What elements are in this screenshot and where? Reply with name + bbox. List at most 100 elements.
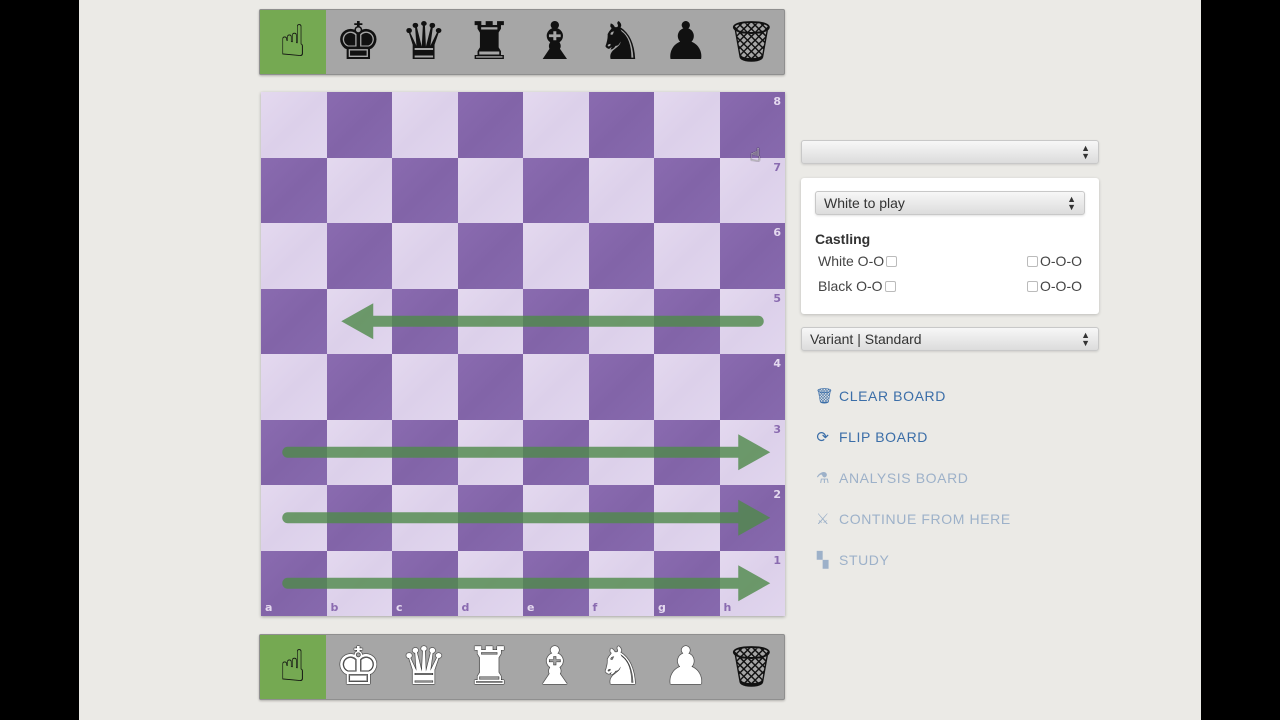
square-c2[interactable]	[392, 485, 458, 551]
white-long-castle-label: O-O-O	[1040, 253, 1082, 269]
square-h1[interactable]: 1h	[719, 550, 785, 616]
palette-king-button[interactable]: ♚	[326, 635, 392, 699]
square-f1[interactable]: f	[588, 550, 654, 616]
square-d1[interactable]: d	[457, 550, 523, 616]
palette-pawn-button[interactable]: ♟	[653, 635, 719, 699]
square-d3[interactable]	[457, 419, 523, 485]
square-c5[interactable]	[392, 288, 458, 354]
square-a8[interactable]	[261, 92, 327, 158]
continue-from-here-link[interactable]: ⚔ CONTINUE FROM HERE	[815, 498, 1115, 539]
square-b7[interactable]	[326, 157, 392, 223]
square-f5[interactable]	[588, 288, 654, 354]
square-b4[interactable]	[326, 354, 392, 420]
black-long-castle-checkbox[interactable]	[1027, 280, 1038, 292]
square-g7[interactable]	[654, 157, 720, 223]
square-d4[interactable]	[457, 354, 523, 420]
palette-pointer-button[interactable]: ☝	[260, 10, 326, 74]
white-long-castle-checkbox[interactable]	[1027, 255, 1038, 267]
square-h2[interactable]: 2	[719, 485, 785, 551]
square-c3[interactable]	[392, 419, 458, 485]
rank-label: 6	[773, 226, 781, 239]
square-a1[interactable]: a	[261, 550, 327, 616]
square-d2[interactable]	[457, 485, 523, 551]
square-c8[interactable]	[392, 92, 458, 158]
square-e6[interactable]	[523, 223, 589, 289]
palette-knight-button[interactable]: ♞	[588, 10, 654, 74]
square-g1[interactable]: g	[654, 550, 720, 616]
square-e3[interactable]	[523, 419, 589, 485]
square-b6[interactable]	[326, 223, 392, 289]
palette-trash-button[interactable]: 🗑	[719, 635, 785, 699]
palette-bishop-button[interactable]: ♝	[522, 635, 588, 699]
square-b3[interactable]	[326, 419, 392, 485]
setup-panel: White to play ▲ ▼ Castling White O-O O-O-…	[801, 178, 1099, 314]
white-short-castle-checkbox[interactable]	[886, 255, 898, 267]
turn-select[interactable]: White to play ▲ ▼	[815, 191, 1085, 215]
square-h6[interactable]: 6	[719, 223, 785, 289]
square-f2[interactable]	[588, 485, 654, 551]
palette-queen-button[interactable]: ♛	[391, 635, 457, 699]
square-d8[interactable]	[457, 92, 523, 158]
square-f8[interactable]	[588, 92, 654, 158]
clear-board-link[interactable]: 🗑 CLEAR BOARD	[815, 375, 1115, 416]
square-g6[interactable]	[654, 223, 720, 289]
black-short-castle-checkbox[interactable]	[884, 280, 896, 292]
square-a3[interactable]	[261, 419, 327, 485]
palette-pointer-button[interactable]: ☝	[260, 635, 326, 699]
square-f6[interactable]	[588, 223, 654, 289]
square-e1[interactable]: e	[523, 550, 589, 616]
square-h7[interactable]: 7	[719, 157, 785, 223]
palette-rook-button[interactable]: ♜	[457, 10, 523, 74]
square-c4[interactable]	[392, 354, 458, 420]
square-a2[interactable]	[261, 485, 327, 551]
square-e7[interactable]	[523, 157, 589, 223]
palette-bishop-button[interactable]: ♝	[522, 10, 588, 74]
palette-rook-button[interactable]: ♜	[457, 635, 523, 699]
square-h3[interactable]: 3	[719, 419, 785, 485]
square-d6[interactable]	[457, 223, 523, 289]
square-d7[interactable]	[457, 157, 523, 223]
square-h4[interactable]: 4	[719, 354, 785, 420]
square-c7[interactable]	[392, 157, 458, 223]
square-g3[interactable]	[654, 419, 720, 485]
palette-trash-button[interactable]: 🗑	[719, 10, 785, 74]
black-castling-row: Black O-O O-O-O	[818, 277, 1082, 295]
square-e8[interactable]	[523, 92, 589, 158]
square-a7[interactable]	[261, 157, 327, 223]
chess-board[interactable]: 8765432abcdefg1h	[261, 92, 785, 616]
study-link[interactable]: ▚ STUDY	[815, 539, 1115, 580]
square-c6[interactable]	[392, 223, 458, 289]
square-b8[interactable]	[326, 92, 392, 158]
palette-queen-button[interactable]: ♛	[391, 10, 457, 74]
palette-king-button[interactable]: ♚	[326, 10, 392, 74]
square-f3[interactable]	[588, 419, 654, 485]
palette-pawn-button[interactable]: ♟	[653, 10, 719, 74]
palette-knight-button[interactable]: ♞	[588, 635, 654, 699]
pawn-icon: ♟	[662, 12, 710, 72]
square-g5[interactable]	[654, 288, 720, 354]
square-e5[interactable]	[523, 288, 589, 354]
square-a5[interactable]	[261, 288, 327, 354]
square-e2[interactable]	[523, 485, 589, 551]
square-a4[interactable]	[261, 354, 327, 420]
variant-select[interactable]: Variant | Standard ▲ ▼	[801, 327, 1099, 351]
square-d5[interactable]	[457, 288, 523, 354]
square-a6[interactable]	[261, 223, 327, 289]
analysis-board-link[interactable]: ⚗ ANALYSIS BOARD	[815, 457, 1115, 498]
square-b2[interactable]	[326, 485, 392, 551]
square-e4[interactable]	[523, 354, 589, 420]
square-f4[interactable]	[588, 354, 654, 420]
square-h5[interactable]: 5	[719, 288, 785, 354]
square-g2[interactable]	[654, 485, 720, 551]
board-actions: 🗑 CLEAR BOARD ⟳ FLIP BOARD ⚗ ANALYSIS BOARD ⚔ C…	[815, 375, 1115, 580]
square-b1[interactable]: b	[326, 550, 392, 616]
square-f7[interactable]	[588, 157, 654, 223]
file-label: h	[723, 601, 732, 614]
position-select[interactable]: ▲ ▼	[801, 140, 1099, 164]
square-c1[interactable]: c	[392, 550, 458, 616]
square-g4[interactable]	[654, 354, 720, 420]
flip-board-link[interactable]: ⟳ FLIP BOARD	[815, 416, 1115, 457]
square-g8[interactable]	[654, 92, 720, 158]
white-piece-palette: ☝ ♚ ♛ ♜ ♝ ♞ ♟ 🗑	[259, 634, 785, 700]
square-b5[interactable]	[326, 288, 392, 354]
